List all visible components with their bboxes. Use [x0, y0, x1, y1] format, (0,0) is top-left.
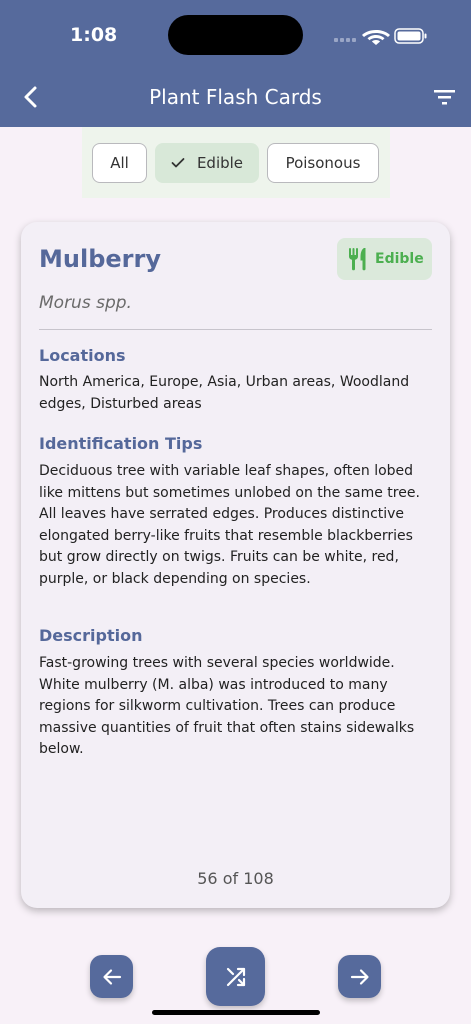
- scientific-name: Morus spp.: [39, 293, 132, 313]
- edibility-badge: Edible: [337, 238, 432, 280]
- identification-heading: Identification Tips: [39, 434, 203, 453]
- edibility-badge-label: Edible: [375, 251, 424, 267]
- filter-menu-button[interactable]: [430, 86, 460, 108]
- home-indicator: [152, 1010, 320, 1015]
- filter-list-icon: [434, 90, 455, 105]
- next-card-button[interactable]: [338, 955, 381, 998]
- fork-knife-icon: [349, 248, 366, 271]
- status-time: 1:08: [70, 24, 118, 46]
- card-counter: 56 of 108: [197, 869, 274, 888]
- filter-chip-poisonous[interactable]: Poisonous: [267, 143, 379, 183]
- description-heading: Description: [39, 626, 143, 645]
- previous-card-button[interactable]: [90, 955, 133, 998]
- app-title: Plant Flash Cards: [149, 85, 322, 109]
- locations-heading: Locations: [39, 346, 126, 365]
- app-header: 1:08 Plant Flash Cards: [0, 0, 471, 127]
- filter-chip-all[interactable]: All: [92, 143, 147, 183]
- filter-chip-poisonous-label: Poisonous: [285, 154, 361, 172]
- shuffle-icon: [226, 967, 245, 986]
- description-text: Fast-growing trees with several species …: [39, 655, 415, 757]
- filter-bar: All Edible Poisonous: [82, 127, 390, 198]
- filter-chip-edible-label: Edible: [196, 154, 244, 172]
- check-icon: [171, 158, 185, 168]
- plant-card[interactable]: Mulberry Edible Morus spp. Locations Nor…: [21, 222, 450, 908]
- arrow-right-icon: [350, 968, 369, 985]
- divider: [39, 329, 432, 330]
- shuffle-button[interactable]: [206, 947, 265, 1006]
- cellular-signal-icon: [334, 38, 356, 42]
- identification-text: Deciduous tree with variable leaf shapes…: [39, 463, 420, 587]
- filter-chip-all-label: All: [110, 154, 129, 172]
- dynamic-island: [168, 15, 303, 55]
- wifi-icon: [362, 30, 390, 45]
- arrow-left-icon: [102, 968, 121, 985]
- plant-name: Mulberry: [39, 245, 161, 273]
- status-icons: [332, 24, 432, 51]
- filter-chip-edible[interactable]: Edible: [155, 143, 259, 183]
- locations-text: North America, Europe, Asia, Urban areas…: [39, 374, 410, 412]
- battery-icon: [394, 28, 427, 44]
